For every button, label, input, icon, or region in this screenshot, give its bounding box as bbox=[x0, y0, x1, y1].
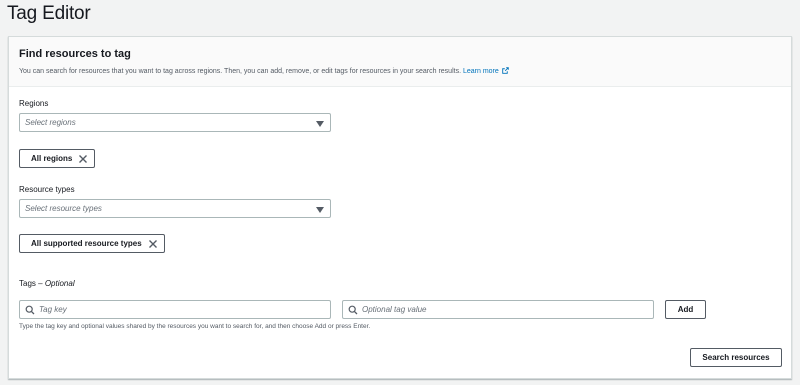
caret-down-icon bbox=[316, 207, 324, 213]
panel-description-text: You can search for resources that you wa… bbox=[19, 68, 462, 75]
caret-down-icon bbox=[316, 121, 324, 127]
panel-header: Find resources to tag You can search for… bbox=[9, 37, 791, 87]
learn-more-link[interactable]: Learn more bbox=[462, 67, 509, 75]
resource-types-select[interactable]: Select resource types bbox=[19, 199, 331, 218]
resource-types-select-placeholder: Select resource types bbox=[25, 204, 102, 213]
tag-key-input[interactable]: Tag key bbox=[19, 300, 331, 319]
token-all-regions: All regions bbox=[19, 149, 96, 168]
regions-select[interactable]: Select regions bbox=[19, 113, 331, 132]
tag-value-placeholder: Optional tag value bbox=[362, 305, 427, 314]
add-tag-button[interactable]: Add bbox=[665, 300, 706, 319]
search-icon bbox=[348, 305, 358, 315]
token-all-regions-label: All regions bbox=[31, 154, 73, 163]
tags-optional-label: Optional bbox=[44, 279, 75, 288]
tag-value-input[interactable]: Optional tag value bbox=[342, 300, 654, 319]
token-all-resource-types: All supported resource types bbox=[19, 234, 165, 253]
learn-more-label: Learn more bbox=[462, 68, 499, 75]
search-icon bbox=[25, 305, 35, 315]
tags-label-text: Tags bbox=[19, 279, 36, 288]
tags-label: Tags – Optional bbox=[19, 279, 75, 288]
tags-hint: Type the tag key and optional values sha… bbox=[19, 323, 371, 330]
tag-key-placeholder: Tag key bbox=[39, 305, 67, 314]
close-icon[interactable] bbox=[148, 239, 158, 249]
find-resources-panel: Find resources to tag You can search for… bbox=[8, 36, 792, 379]
resource-types-label: Resource types bbox=[19, 185, 75, 194]
regions-select-placeholder: Select regions bbox=[25, 118, 76, 127]
external-link-icon bbox=[502, 67, 509, 74]
token-all-resource-types-label: All supported resource types bbox=[31, 239, 142, 248]
page-title: Tag Editor bbox=[7, 3, 91, 24]
regions-label: Regions bbox=[19, 99, 49, 108]
panel-title: Find resources to tag bbox=[19, 48, 131, 60]
panel-description: You can search for resources that you wa… bbox=[19, 67, 509, 75]
close-icon[interactable] bbox=[78, 154, 88, 164]
search-resources-button[interactable]: Search resources bbox=[690, 348, 782, 367]
